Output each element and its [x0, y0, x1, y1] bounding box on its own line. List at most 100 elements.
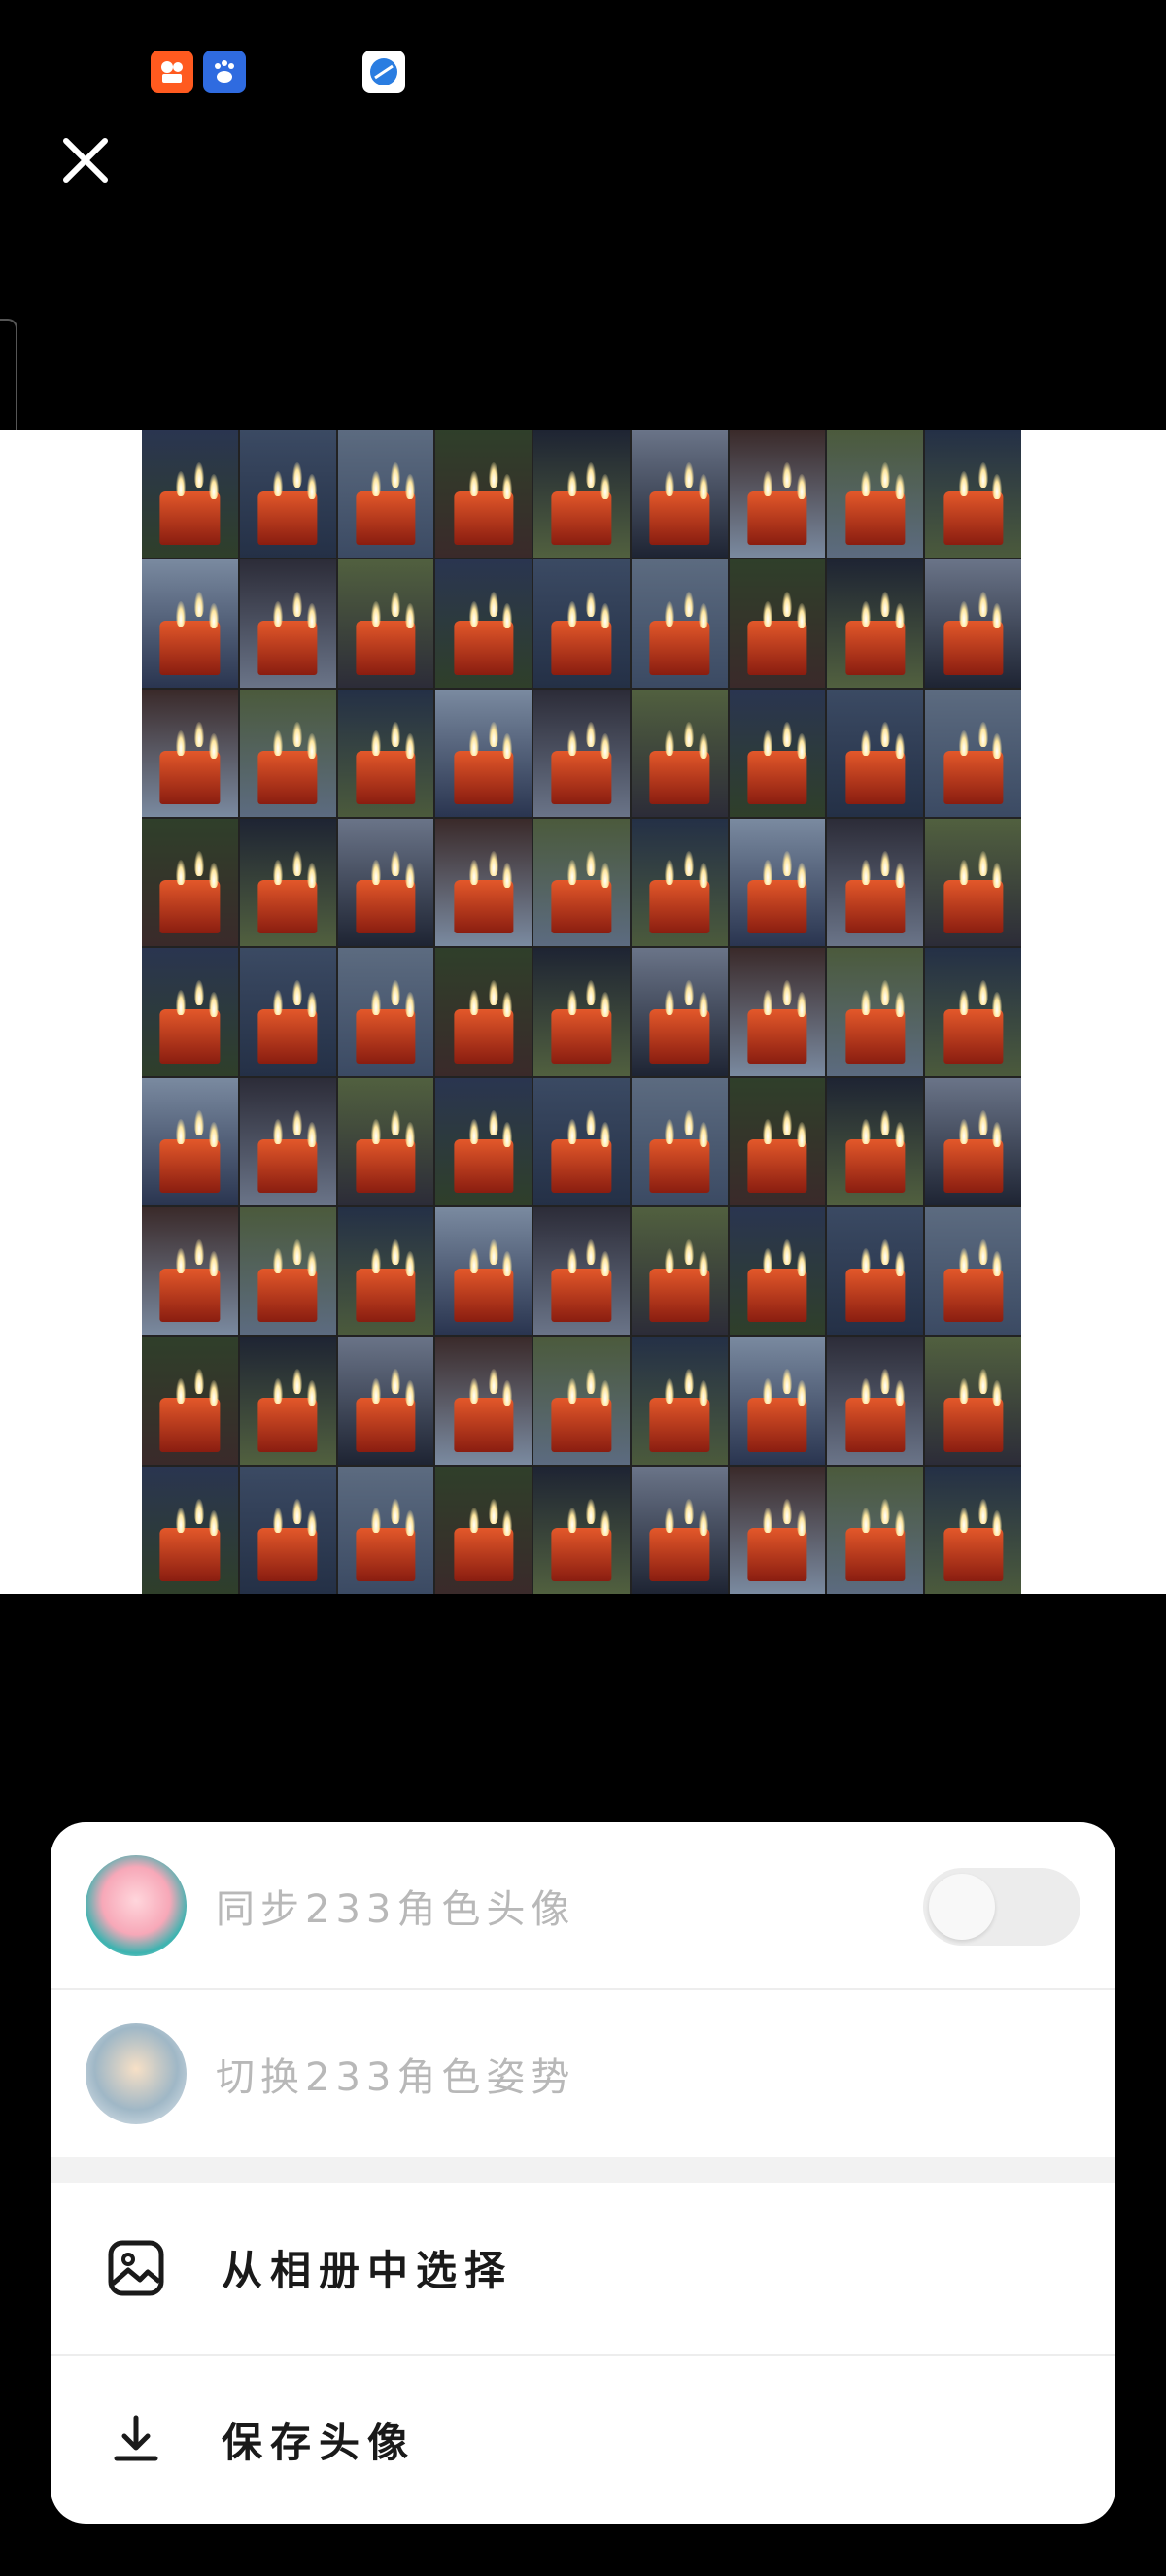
browser-app-icon	[362, 51, 405, 93]
sync-avatar-row[interactable]: 同步233角色头像	[51, 1822, 1115, 1989]
candle-tile	[729, 1466, 826, 1594]
candle-tile	[239, 1206, 336, 1336]
candle-tile	[925, 559, 1021, 688]
candle-tile	[729, 1206, 826, 1336]
candle-tile	[533, 689, 630, 817]
candle-tile	[239, 559, 336, 688]
candle-tile	[925, 948, 1021, 1076]
candle-tile	[631, 689, 728, 817]
candle-tile	[142, 1206, 238, 1336]
candle-tile	[827, 1206, 924, 1336]
candle-tile	[631, 1206, 728, 1336]
candle-tile	[435, 1206, 532, 1336]
candle-tile	[533, 1337, 630, 1465]
candle-tile	[435, 1077, 532, 1205]
switch-pose-label: 切换233角色姿势	[216, 2055, 576, 2100]
candle-tile	[631, 948, 728, 1076]
candle-tile	[631, 1337, 728, 1465]
candle-tile	[631, 1466, 728, 1594]
candle-tile	[435, 559, 532, 688]
kuaishou-app-icon	[151, 51, 193, 93]
status-bar-icons	[151, 51, 405, 93]
candle-tile	[239, 948, 336, 1076]
character-pose-icon	[86, 2023, 187, 2124]
candle-tile	[925, 689, 1021, 817]
candle-tile	[827, 948, 924, 1076]
candle-tile	[142, 1337, 238, 1465]
candle-tile	[925, 1337, 1021, 1465]
candle-tile	[337, 559, 434, 688]
candle-tile	[533, 818, 630, 947]
candle-tile	[337, 1337, 434, 1465]
candle-tile	[239, 1077, 336, 1205]
close-icon	[63, 138, 108, 183]
candle-tile	[827, 1466, 924, 1594]
candle-tile	[337, 948, 434, 1076]
avatar-image-preview	[0, 430, 1166, 1594]
candle-tile	[827, 689, 924, 817]
candle-tile	[142, 430, 238, 559]
candle-tile	[435, 1466, 532, 1594]
candle-tile	[142, 689, 238, 817]
candle-tile	[337, 1466, 434, 1594]
candle-tile	[533, 430, 630, 559]
candle-tile	[533, 559, 630, 688]
candle-tile	[827, 818, 924, 947]
candle-tile	[631, 818, 728, 947]
candle-tile	[337, 430, 434, 559]
candle-grid-image	[142, 430, 1021, 1594]
candle-tile	[142, 1466, 238, 1594]
choose-from-album-button[interactable]: 从相册中选择	[51, 2183, 1115, 2353]
candle-tile	[435, 689, 532, 817]
baidu-app-icon	[203, 51, 246, 93]
candle-tile	[533, 1466, 630, 1594]
candle-tile	[925, 1466, 1021, 1594]
candle-tile	[827, 1337, 924, 1465]
candle-tile	[729, 1077, 826, 1205]
toggle-knob	[929, 1874, 995, 1940]
download-icon	[114, 2415, 158, 2461]
candle-tile	[337, 818, 434, 947]
sync-avatar-toggle[interactable]	[923, 1868, 1080, 1946]
candle-tile	[239, 818, 336, 947]
candle-tile	[729, 1337, 826, 1465]
candle-tile	[239, 689, 336, 817]
candle-tile	[827, 430, 924, 559]
candle-tile	[239, 1337, 336, 1465]
candle-tile	[142, 818, 238, 947]
candle-tile	[435, 1337, 532, 1465]
candle-tile	[925, 430, 1021, 559]
candle-tile	[631, 1077, 728, 1205]
close-button[interactable]	[56, 131, 115, 189]
candle-tile	[729, 818, 826, 947]
candle-tile	[142, 559, 238, 688]
candle-tile	[729, 948, 826, 1076]
save-avatar-label: 保存头像	[222, 2418, 417, 2466]
avatar-action-sheet: 同步233角色头像 切换233角色姿势 从相册中选择 保存头像	[51, 1822, 1115, 2524]
candle-tile	[631, 559, 728, 688]
candle-tile	[337, 1206, 434, 1336]
candle-tile	[729, 689, 826, 817]
candle-tile	[435, 818, 532, 947]
candle-tile	[925, 1077, 1021, 1205]
gallery-icon	[108, 2240, 164, 2295]
candle-tile	[827, 1077, 924, 1205]
candle-tile	[239, 430, 336, 559]
candle-tile	[142, 1077, 238, 1205]
candle-tile	[533, 1206, 630, 1336]
candle-tile	[435, 430, 532, 559]
save-avatar-button[interactable]: 保存头像	[51, 2355, 1115, 2524]
candle-tile	[631, 430, 728, 559]
candle-tile	[337, 1077, 434, 1205]
character-avatar-icon	[86, 1855, 187, 1956]
candle-tile	[533, 948, 630, 1076]
section-separator	[51, 2157, 1115, 2183]
candle-tile	[925, 1206, 1021, 1336]
switch-pose-row[interactable]: 切换233角色姿势	[51, 1990, 1115, 2157]
candle-tile	[142, 948, 238, 1076]
candle-tile	[827, 559, 924, 688]
candle-tile	[435, 948, 532, 1076]
candle-tile	[337, 689, 434, 817]
choose-from-album-label: 从相册中选择	[222, 2247, 514, 2294]
candle-tile	[925, 818, 1021, 947]
